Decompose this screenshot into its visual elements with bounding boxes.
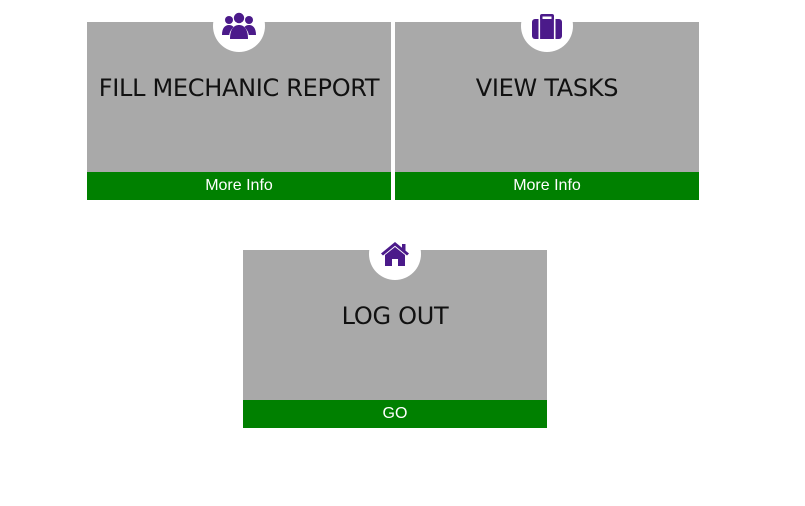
card-title: FILL MECHANIC REPORT <box>98 74 380 102</box>
home-icon <box>381 242 409 266</box>
briefcase-icon <box>532 14 562 39</box>
go-button[interactable]: GO <box>243 400 547 428</box>
card-log-out: LOG OUT GO <box>243 228 547 428</box>
card-title: VIEW TASKS <box>475 74 619 102</box>
users-icon <box>222 12 256 39</box>
icon-badge <box>369 228 421 280</box>
card-view-tasks: VIEW TASKS More Info <box>395 0 699 200</box>
icon-badge <box>521 0 573 52</box>
more-info-button[interactable]: More Info <box>395 172 699 200</box>
card-title: LOG OUT <box>341 302 449 330</box>
card-fill-mechanic-report: FILL MECHANIC REPORT More Info <box>87 0 391 200</box>
icon-badge <box>213 0 265 52</box>
more-info-button[interactable]: More Info <box>87 172 391 200</box>
